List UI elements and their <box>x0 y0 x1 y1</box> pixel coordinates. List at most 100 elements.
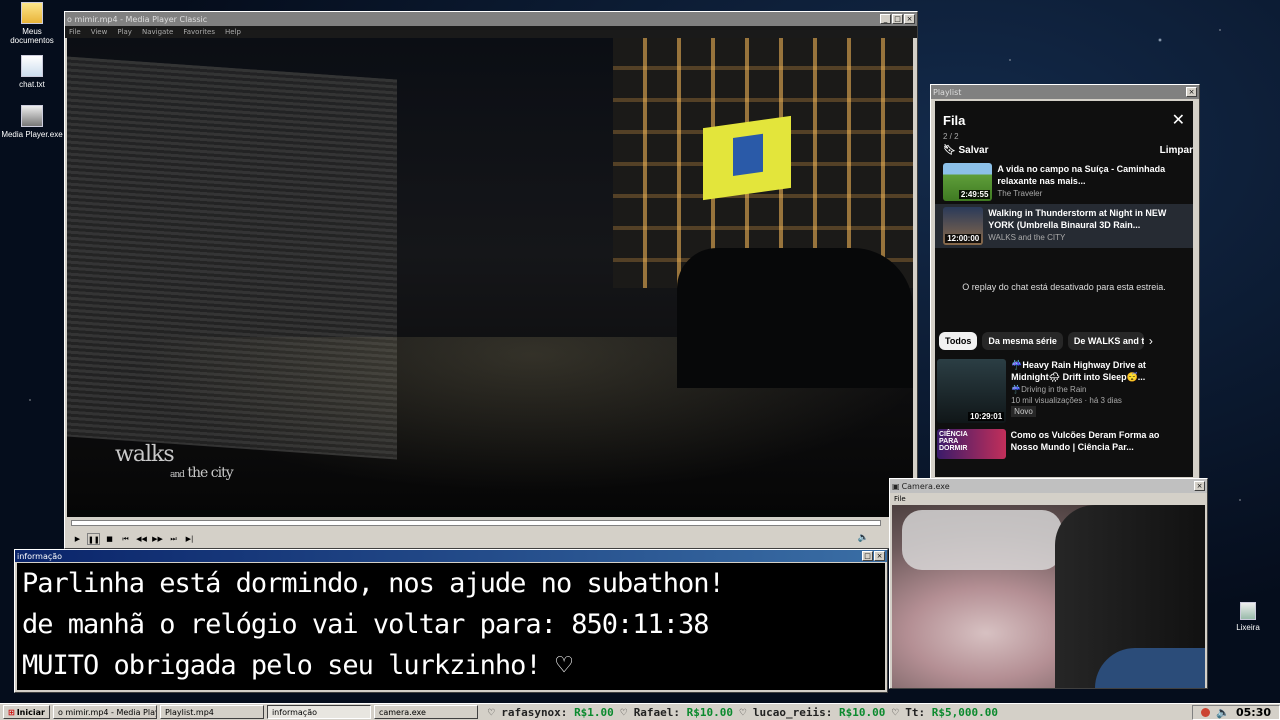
volume-icon[interactable]: 🔈 <box>858 533 869 543</box>
new-badge: Novo <box>1011 406 1036 417</box>
taskbar-item-playlist[interactable]: Playlist.mp4 <box>159 705 264 719</box>
window-title: Playlist <box>933 87 962 97</box>
queue-item-current[interactable]: 12:00:00 Walking in Thunderstorm at Nigh… <box>935 204 1193 248</box>
forward-icon[interactable]: ▶▶ <box>151 533 164 545</box>
desktop-icon-recycle-bin[interactable]: Lixeira <box>1216 602 1280 632</box>
taskbar-item-camera[interactable]: camera.exe <box>373 705 478 719</box>
clock: 05:30 <box>1235 705 1271 719</box>
queue-heading: Fila <box>943 113 966 128</box>
media-player-window[interactable]: o mimir.mp4 - Media Player Classic _ □ × F… <box>64 11 918 549</box>
chevron-right-icon[interactable]: › <box>1149 334 1153 348</box>
desktop-icon-chat[interactable]: chat.txt <box>0 55 64 89</box>
heart-icon: ♡ <box>487 705 495 719</box>
info-line: MUITO obrigada pelo seu lurkzinho! ♡ <box>22 650 572 681</box>
close-button[interactable]: × <box>1186 87 1197 97</box>
video-thumbnail: 10:29:01 <box>937 359 1007 423</box>
tray-app-icon[interactable] <box>1201 707 1211 717</box>
play-icon[interactable]: ▶ <box>71 533 84 545</box>
billboard <box>703 115 791 201</box>
video-watermark: walks and the city <box>115 442 234 482</box>
video-thumbnail: CIÊNCIA PARA DORMIR <box>937 429 1006 459</box>
prev-icon[interactable]: ⏮ <box>119 533 132 545</box>
recommendation-meta: 10 mil visualizações · há 3 dias <box>1011 396 1122 405</box>
queue-item-title: A vida no campo na Suíça - Caminhada rel… <box>997 164 1166 186</box>
close-icon[interactable]: ✕ <box>1172 113 1185 141</box>
folder-icon <box>21 2 43 24</box>
queue-item[interactable]: 2:49:55 A vida no campo na Suíça - Camin… <box>935 160 1193 204</box>
stop-icon[interactable]: ■ <box>103 533 116 545</box>
chip-all[interactable]: Todos <box>939 332 978 350</box>
video-thumbnail: 12:00:00 <box>943 207 984 245</box>
playlist-window[interactable]: Playlist × Fila 2 / 2 ✕ 🔖︎ Salvar Limpar… <box>930 84 1200 479</box>
save-button[interactable]: 🔖︎ Salvar <box>943 145 989 156</box>
video-thumbnail: 2:49:55 <box>943 163 993 201</box>
bookmark-icon: 🔖︎ <box>943 145 956 156</box>
parked-car <box>677 248 913 388</box>
rewind-icon[interactable]: ◀◀ <box>135 533 148 545</box>
start-button[interactable]: ⊞ Iniciar <box>3 705 50 719</box>
desktop-icon-label: Media Player.exe <box>1 130 63 139</box>
next-icon[interactable]: ⏭ <box>167 533 180 545</box>
close-button[interactable]: × <box>904 14 915 24</box>
menu-file[interactable]: File <box>894 495 906 503</box>
pause-icon[interactable]: ❚❚ <box>87 533 100 545</box>
volume-icon[interactable]: 🔈 <box>1216 706 1230 719</box>
menu-bar: File <box>890 493 1207 505</box>
info-titlebar[interactable]: informação □ × <box>15 550 887 562</box>
playback-controls: ▶ ❚❚ ■ ⏮ ◀◀ ▶▶ ⏭ ▶| 🔈 <box>67 517 913 547</box>
recommendation-title: ☔Heavy Rain Highway Drive at Midnight🌧 D… <box>1011 360 1146 382</box>
desktop-icon-media-player[interactable]: Media Player.exe <box>0 105 64 139</box>
close-button[interactable]: × <box>1194 481 1205 491</box>
seek-bar[interactable] <box>71 520 881 526</box>
menu-bar: File View Play Navigate Favorites Help <box>65 26 917 38</box>
minimize-button[interactable]: □ <box>862 551 873 561</box>
camera-feed <box>892 505 1205 688</box>
window-title: o mimir.mp4 - Media Player Classic <box>67 14 208 24</box>
queue-item-channel: The Traveler <box>997 189 1043 198</box>
camera-titlebar[interactable]: ▣ Camera.exe × <box>890 479 1207 493</box>
info-window[interactable]: informação □ × Parlinha está dormindo, no… <box>14 549 888 693</box>
desktop-icon-documents[interactable]: Meus documentos <box>0 2 64 45</box>
frame-step-icon[interactable]: ▶| <box>183 533 196 545</box>
recommendation-channel: ☔Driving in the Rain <box>1011 385 1087 394</box>
recycle-bin-icon <box>1240 602 1256 620</box>
info-text: Parlinha está dormindo, nos ajude no sub… <box>17 563 885 690</box>
window-title: informação <box>17 551 63 561</box>
media-player-icon <box>21 105 43 127</box>
recommendation-item[interactable]: CIÊNCIA PARA DORMIR Como os Vulcões Dera… <box>935 426 1193 462</box>
queue-count: 2 / 2 <box>943 132 959 141</box>
info-line: de manhã o relógio vai voltar para: 850:… <box>22 609 710 640</box>
window-title: Camera.exe <box>901 481 950 491</box>
minimize-button[interactable]: _ <box>880 14 891 24</box>
menu-help[interactable]: Help <box>225 28 241 36</box>
heart-icon: ♡ <box>620 705 628 719</box>
video-frame[interactable]: walks and the city <box>67 38 913 517</box>
text-file-icon <box>21 55 43 77</box>
playlist-panel: Fila 2 / 2 ✕ 🔖︎ Salvar Limpar 2:49:55 A … <box>935 101 1193 477</box>
taskbar-item-info[interactable]: informação <box>266 705 371 719</box>
desktop-icon-label: Lixeira <box>1236 623 1260 632</box>
desktop-icon-label: Meus documentos <box>10 27 54 45</box>
menu-favorites[interactable]: Favorites <box>183 28 215 36</box>
clear-button[interactable]: Limpar <box>1160 145 1193 156</box>
windows-logo-icon: ⊞ <box>8 707 15 717</box>
camera-window[interactable]: ▣ Camera.exe × File <box>889 478 1208 689</box>
menu-navigate[interactable]: Navigate <box>142 28 173 36</box>
desktop-icon-label: chat.txt <box>19 80 45 89</box>
menu-play[interactable]: Play <box>117 28 132 36</box>
media-player-titlebar[interactable]: o mimir.mp4 - Media Player Classic _ □ × <box>65 12 917 26</box>
taskbar-item-media-player[interactable]: o mimir.mp4 - Media Playe... <box>52 705 157 719</box>
recommendation-item[interactable]: 10:29:01 ☔Heavy Rain Highway Drive at Mi… <box>935 356 1193 426</box>
chip-channel[interactable]: De WALKS and the CITY <box>1067 332 1144 350</box>
playlist-titlebar[interactable]: Playlist × <box>931 85 1199 99</box>
taskbar: ⊞Iniciar o mimir.mp4 - Media Playe... Pl… <box>0 703 1280 720</box>
maximize-button[interactable]: □ <box>892 14 903 24</box>
system-tray: 🔈 05:30 <box>1192 704 1280 720</box>
close-button[interactable]: × <box>874 551 885 561</box>
chip-same-series[interactable]: Da mesma série <box>982 332 1063 350</box>
chat-disabled-message: O replay do chat está desativado para es… <box>962 282 1166 292</box>
menu-view[interactable]: View <box>91 28 108 36</box>
menu-file[interactable]: File <box>69 28 81 36</box>
info-line: Parlinha está dormindo, nos ajude no sub… <box>22 568 725 599</box>
queue-item-channel: WALKS and the CITY <box>988 233 1066 242</box>
